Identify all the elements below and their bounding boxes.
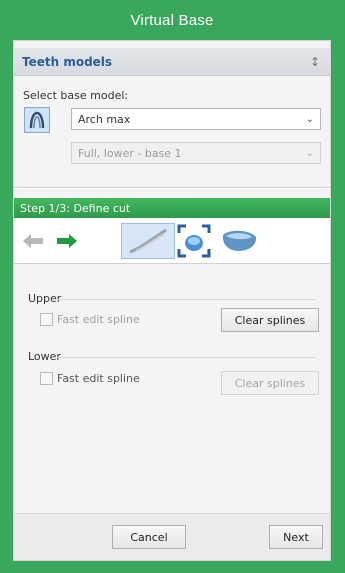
section-divider [14,187,330,189]
teeth-models-title: Teeth models [22,54,113,69]
select-base-model-label: Select base model: [23,89,129,102]
base-shape-icon [222,230,257,251]
teeth-models-header[interactable]: Teeth models ↕ [14,48,330,76]
upper-fast-edit-row[interactable]: Fast edit spline [40,313,140,326]
dialog-footer: Cancel Next [14,514,330,560]
upper-group-line [54,299,316,300]
step-toolbar [14,218,330,264]
chevron-down-icon: ⌄ [305,113,314,125]
spline-tool-button[interactable] [121,223,175,259]
virtual-base-window: Virtual Base Teeth models ↕ Select base … [5,0,339,569]
lower-clear-splines-button[interactable]: Clear splines [221,371,319,395]
base-shape-button[interactable] [216,223,262,259]
lower-fast-edit-label: Fast edit spline [57,372,140,385]
arch-model-icon[interactable] [24,107,50,133]
window-title: Virtual Base [130,11,214,29]
forward-arrow-icon [57,234,77,248]
back-arrow-icon [23,234,43,248]
dialog-client-area: Teeth models ↕ Select base model: Arch m… [13,40,331,561]
collapse-toggle-icon[interactable]: ↕ [308,55,322,69]
base-variant-dropdown[interactable]: Full, lower - base 1 ⌄ [71,142,321,164]
chevron-down-icon: ⌄ [305,147,314,159]
step-title-bar: Step 1/3: Define cut [14,198,330,218]
lower-group-line [54,357,316,358]
view-fit-icon [177,224,211,258]
base-model-dropdown[interactable]: Arch max ⌄ [71,108,321,130]
lower-fast-edit-checkbox[interactable] [40,372,53,385]
base-variant-value: Full, lower - base 1 [78,146,182,160]
view-fit-button[interactable] [175,223,213,259]
cancel-button[interactable]: Cancel [112,525,186,549]
upper-fast-edit-label: Fast edit spline [57,313,140,326]
lower-fast-edit-row[interactable]: Fast edit spline [40,372,140,385]
forward-arrow-button[interactable] [52,223,82,259]
upper-fast-edit-checkbox[interactable] [40,313,53,326]
spline-tool-icon [129,228,167,254]
back-arrow-button[interactable] [18,223,48,259]
base-model-value: Arch max [78,112,131,126]
next-button[interactable]: Next [269,525,323,549]
upper-clear-splines-button[interactable]: Clear splines [221,308,319,332]
